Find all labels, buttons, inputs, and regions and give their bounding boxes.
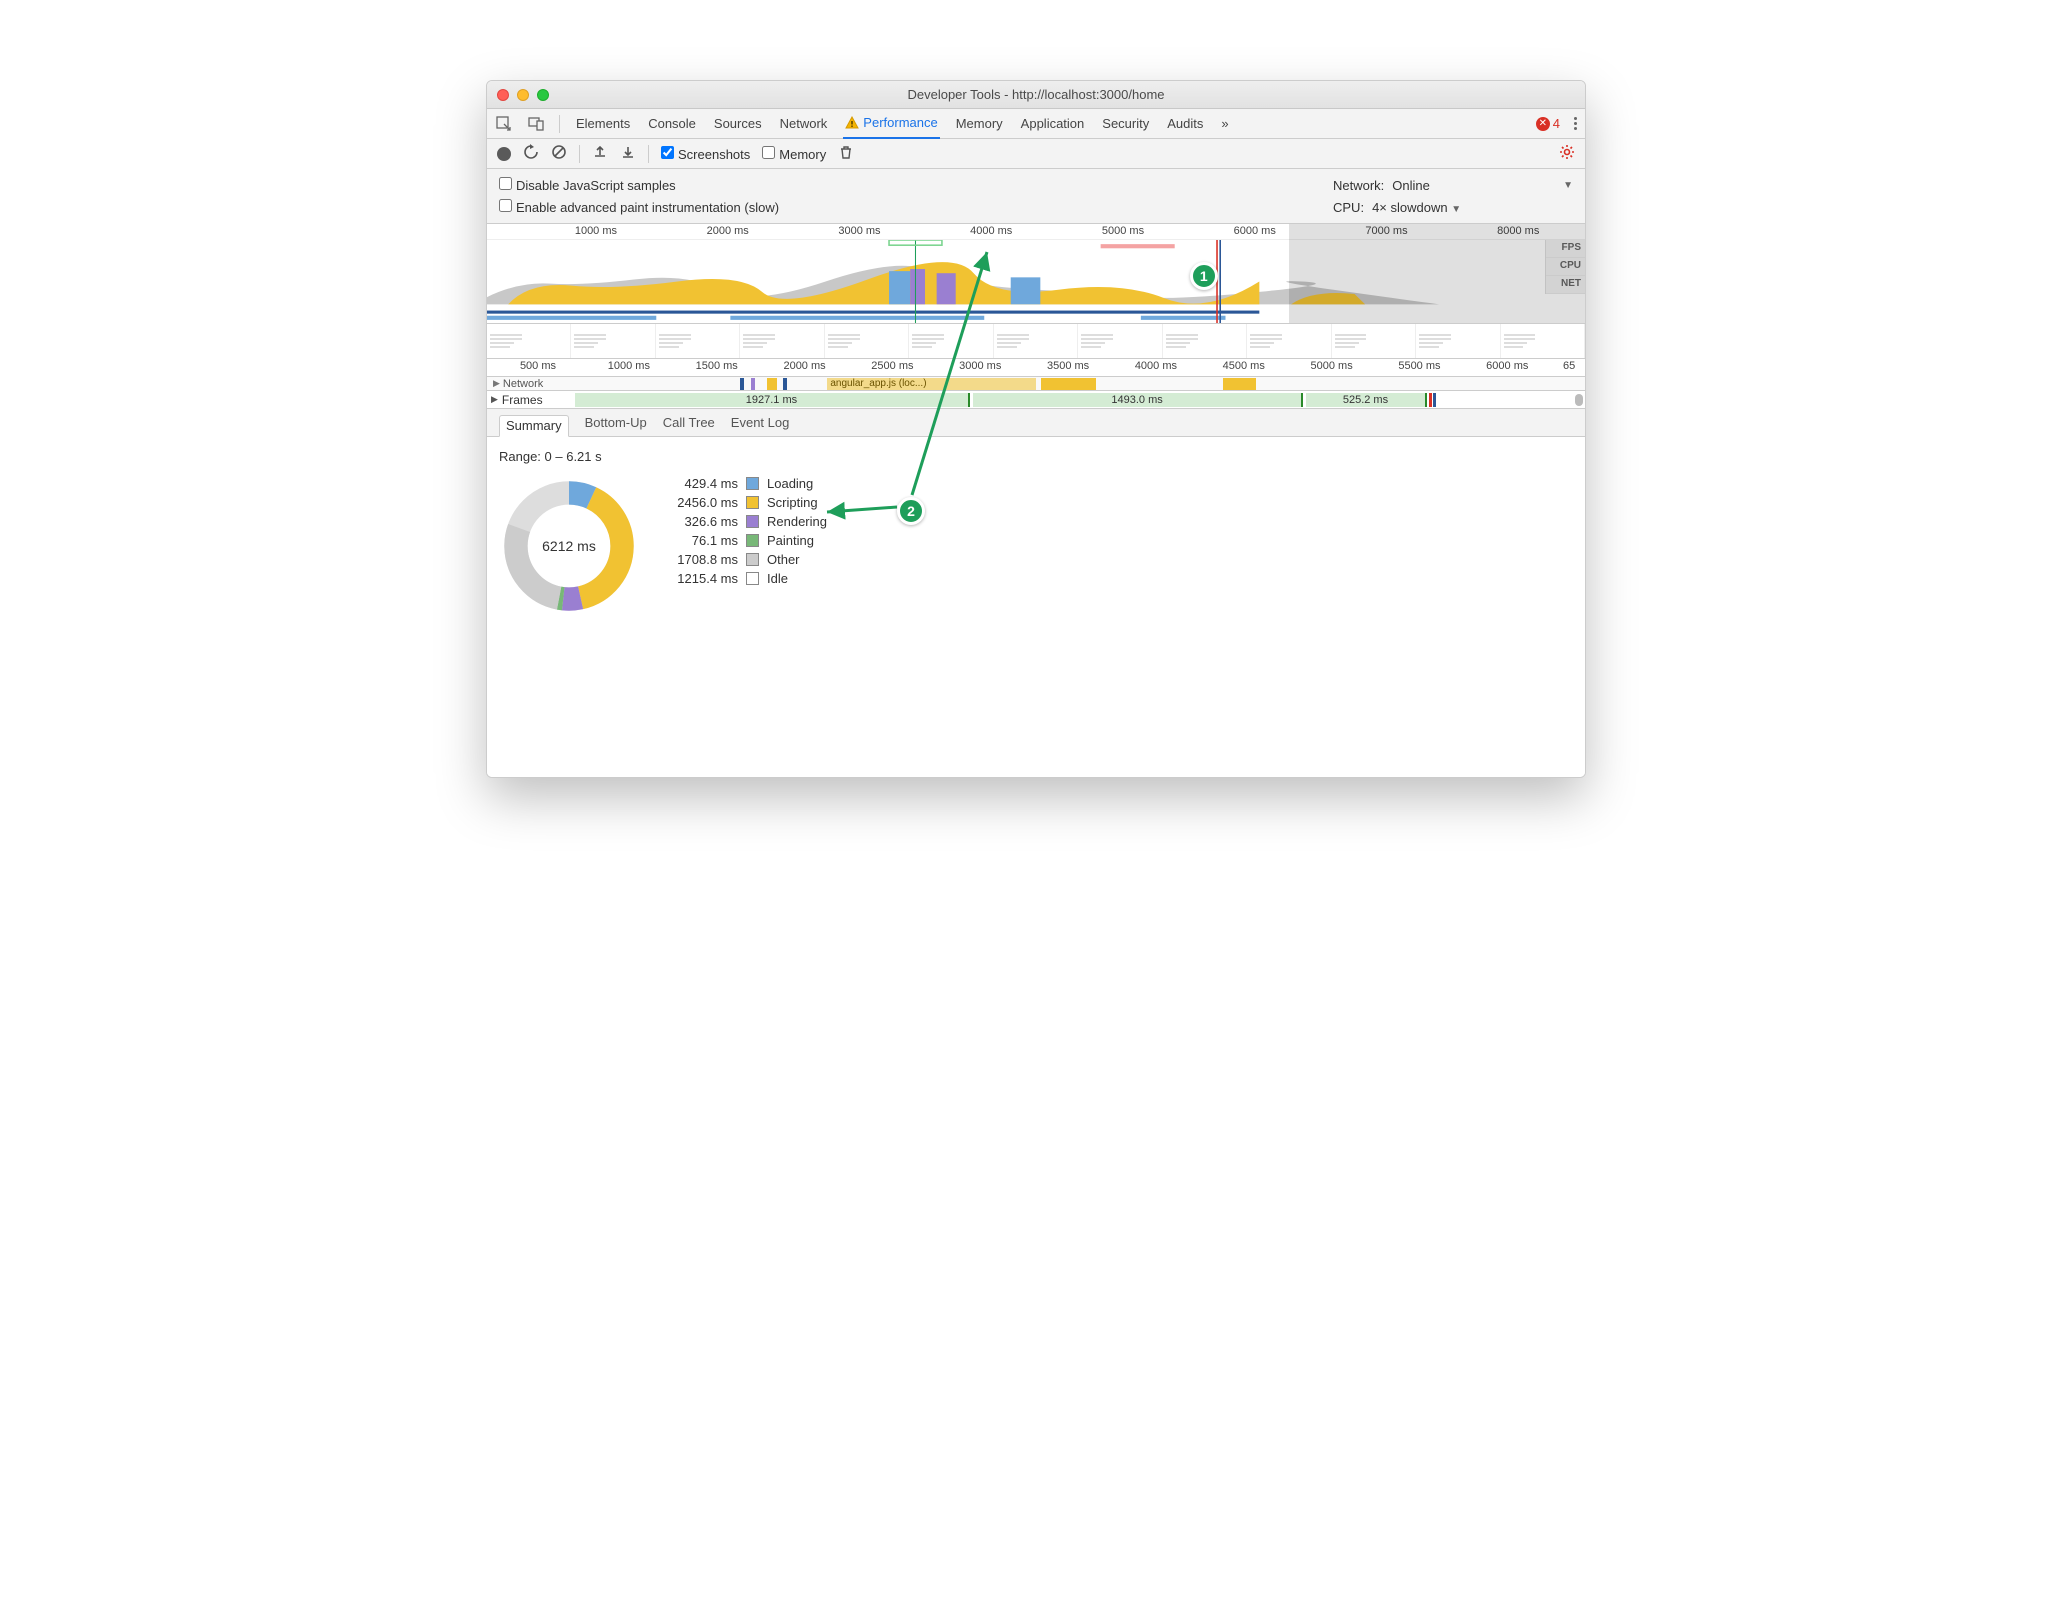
enable-paint-checkbox[interactable]: Enable advanced paint instrumentation (s…: [499, 199, 779, 215]
annotation-badge-1: 1: [1190, 262, 1218, 290]
legend-label: Painting: [767, 533, 814, 548]
save-profile-button[interactable]: [620, 144, 636, 163]
network-label: Network:: [1333, 178, 1384, 193]
legend-label: Rendering: [767, 514, 827, 529]
tab-performance[interactable]: Performance: [843, 109, 939, 139]
legend-time: 326.6 ms: [663, 514, 738, 529]
tab-audits[interactable]: Audits: [1165, 109, 1205, 139]
inspect-icon[interactable]: [495, 115, 513, 133]
legend-label: Idle: [767, 571, 788, 586]
legend-swatch: [746, 534, 759, 547]
error-count[interactable]: ✕ 4: [1536, 116, 1560, 131]
legend-swatch: [746, 496, 759, 509]
perf-toolbar: Screenshots Memory: [487, 139, 1585, 169]
disable-js-checkbox[interactable]: Disable JavaScript samples: [499, 177, 676, 193]
tab-memory[interactable]: Memory: [954, 109, 1005, 139]
summary-panel: Range: 0 – 6.21 s 6212 ms 429.4 ms Loadin…: [487, 437, 1585, 777]
chevron-down-icon: ▼: [1451, 204, 1461, 215]
legend-row: 2456.0 ms Scripting: [663, 495, 827, 510]
annotation-badge-2: 2: [897, 497, 925, 525]
tab-network[interactable]: Network: [778, 109, 830, 139]
tab-security[interactable]: Security: [1100, 109, 1151, 139]
legend-time: 1708.8 ms: [663, 552, 738, 567]
legend-row: 1215.4 ms Idle: [663, 571, 827, 586]
settings-gear-icon[interactable]: [1559, 144, 1575, 163]
frame-bar[interactable]: 1927.1 ms: [575, 393, 970, 407]
legend-label: Loading: [767, 476, 813, 491]
garbage-collect-button[interactable]: [838, 144, 854, 163]
screenshots-checkbox[interactable]: Screenshots: [661, 146, 750, 162]
record-button[interactable]: [497, 147, 511, 161]
legend-label: Other: [767, 552, 800, 567]
devtools-window: Developer Tools - http://localhost:3000/…: [486, 80, 1586, 778]
legend-time: 76.1 ms: [663, 533, 738, 548]
detail-tab-summary[interactable]: Summary: [499, 415, 569, 437]
memory-checkbox[interactable]: Memory: [762, 146, 826, 162]
divider: [579, 145, 580, 163]
cpu-label: CPU:: [1333, 200, 1364, 215]
detail-tab-bottom-up[interactable]: Bottom-Up: [585, 415, 647, 430]
cpu-dropdown[interactable]: 4× slowdown ▼: [1372, 200, 1461, 215]
overview-timeline[interactable]: 1000 ms 2000 ms 3000 ms 4000 ms 5000 ms …: [487, 224, 1585, 324]
donut-total: 6212 ms: [499, 476, 639, 616]
capture-options: Disable JavaScript samples Network: Onli…: [487, 169, 1585, 224]
overview-inactive-region: [1289, 224, 1585, 323]
tabs-overflow[interactable]: »: [1219, 109, 1230, 139]
legend-swatch: [746, 572, 759, 585]
legend-row: 1708.8 ms Other: [663, 552, 827, 567]
network-dropdown[interactable]: Online: [1392, 178, 1430, 193]
legend-row: 429.4 ms Loading: [663, 476, 827, 491]
clear-button[interactable]: [551, 144, 567, 163]
error-icon: ✕: [1536, 117, 1550, 131]
legend-row: 326.6 ms Rendering: [663, 514, 827, 529]
frames-track[interactable]: ▶ Frames 1927.1 ms 1493.0 ms 525.2 ms: [487, 391, 1585, 409]
detail-tab-event-log[interactable]: Event Log: [731, 415, 790, 430]
legend-swatch: [746, 515, 759, 528]
summary-legend: 429.4 ms Loading 2456.0 ms Scripting 326.6 m…: [663, 476, 827, 586]
divider: [648, 145, 649, 163]
legend-swatch: [746, 553, 759, 566]
detail-tab-call-tree[interactable]: Call Tree: [663, 415, 715, 430]
flame-chart-ticks[interactable]: 500 ms 1000 ms 1500 ms 2000 ms 2500 ms 3…: [487, 359, 1585, 377]
tab-console[interactable]: Console: [646, 109, 698, 139]
window-title: Developer Tools - http://localhost:3000/…: [487, 87, 1585, 102]
tab-sources[interactable]: Sources: [712, 109, 764, 139]
details-tabs: Summary Bottom-Up Call Tree Event Log: [487, 409, 1585, 437]
tab-application[interactable]: Application: [1019, 109, 1087, 139]
legend-swatch: [746, 477, 759, 490]
network-track[interactable]: ▶ Network angular_app.js (loc...): [487, 377, 1585, 391]
divider: [559, 115, 560, 133]
reload-record-button[interactable]: [523, 144, 539, 163]
device-toggle-icon[interactable]: [527, 115, 545, 133]
legend-row: 76.1 ms Painting: [663, 533, 827, 548]
kebab-menu-icon[interactable]: [1574, 117, 1577, 130]
summary-donut-chart: 6212 ms: [499, 476, 639, 616]
legend-time: 1215.4 ms: [663, 571, 738, 586]
screenshot-filmstrip[interactable]: [487, 324, 1585, 359]
chevron-down-icon: ▼: [1563, 180, 1573, 191]
scrollbar-thumb[interactable]: [1575, 394, 1583, 406]
warning-icon: [845, 116, 859, 130]
legend-time: 2456.0 ms: [663, 495, 738, 510]
legend-time: 429.4 ms: [663, 476, 738, 491]
tab-elements[interactable]: Elements: [574, 109, 632, 139]
frame-bar[interactable]: 525.2 ms: [1306, 393, 1427, 407]
load-profile-button[interactable]: [592, 144, 608, 163]
titlebar: Developer Tools - http://localhost:3000/…: [487, 81, 1585, 109]
legend-label: Scripting: [767, 495, 818, 510]
main-tabs: Elements Console Sources Network Perform…: [487, 109, 1585, 139]
range-text: Range: 0 – 6.21 s: [499, 449, 1573, 464]
frame-bar[interactable]: 1493.0 ms: [973, 393, 1302, 407]
